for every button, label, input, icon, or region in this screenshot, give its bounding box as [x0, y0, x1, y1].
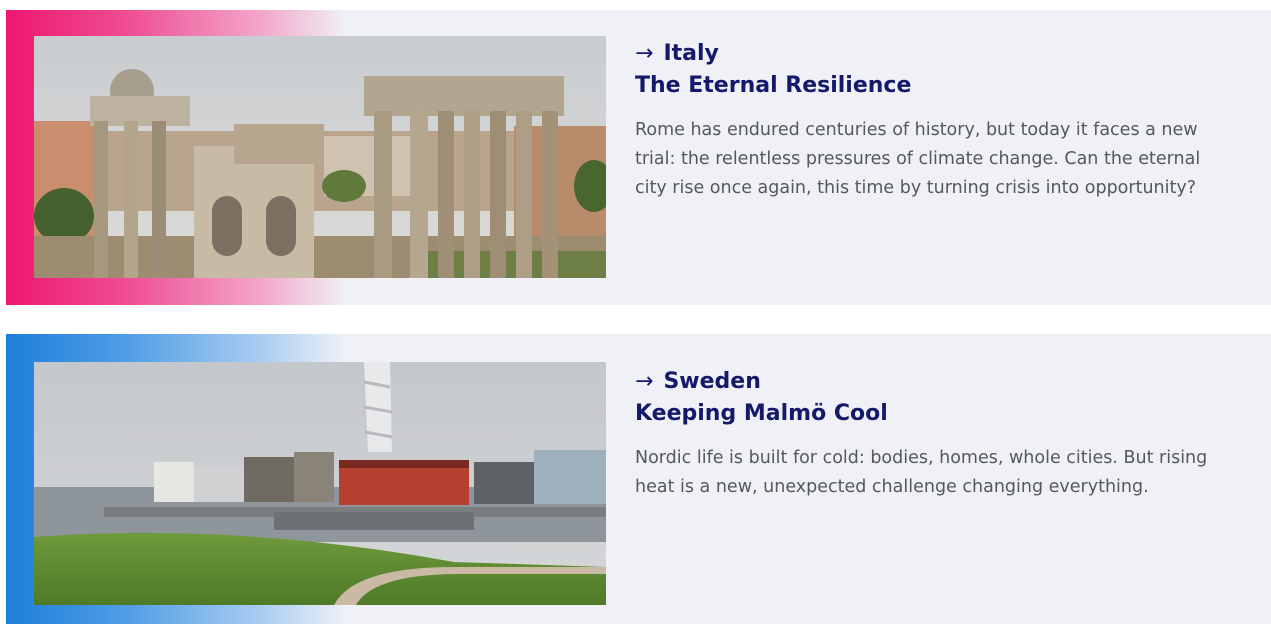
country-heading[interactable]: → Italy [635, 40, 1235, 68]
malmo-waterfront-photo[interactable] [34, 362, 606, 605]
article-title[interactable]: The Eternal Resilience [635, 72, 1235, 100]
arrow-right-icon: → [635, 369, 654, 394]
article-title[interactable]: Keeping Malmö Cool [635, 400, 1235, 428]
roman-forum-photo[interactable] [34, 36, 606, 278]
arrow-right-icon: → [635, 41, 654, 66]
article-card-italy[interactable]: → Italy The Eternal Resilience Rome has … [6, 10, 1271, 305]
article-description: Rome has endured centuries of history, b… [635, 120, 1201, 198]
article-text-italy: → Italy The Eternal Resilience Rome has … [635, 40, 1235, 203]
country-label: Italy [663, 41, 719, 66]
country-label: Sweden [663, 369, 761, 394]
article-description: Nordic life is built for cold: bodies, h… [635, 448, 1208, 497]
article-card-sweden[interactable]: → Sweden Keeping Malmö Cool Nordic life … [6, 334, 1271, 624]
article-text-sweden: → Sweden Keeping Malmö Cool Nordic life … [635, 368, 1235, 502]
country-heading[interactable]: → Sweden [635, 368, 1235, 396]
